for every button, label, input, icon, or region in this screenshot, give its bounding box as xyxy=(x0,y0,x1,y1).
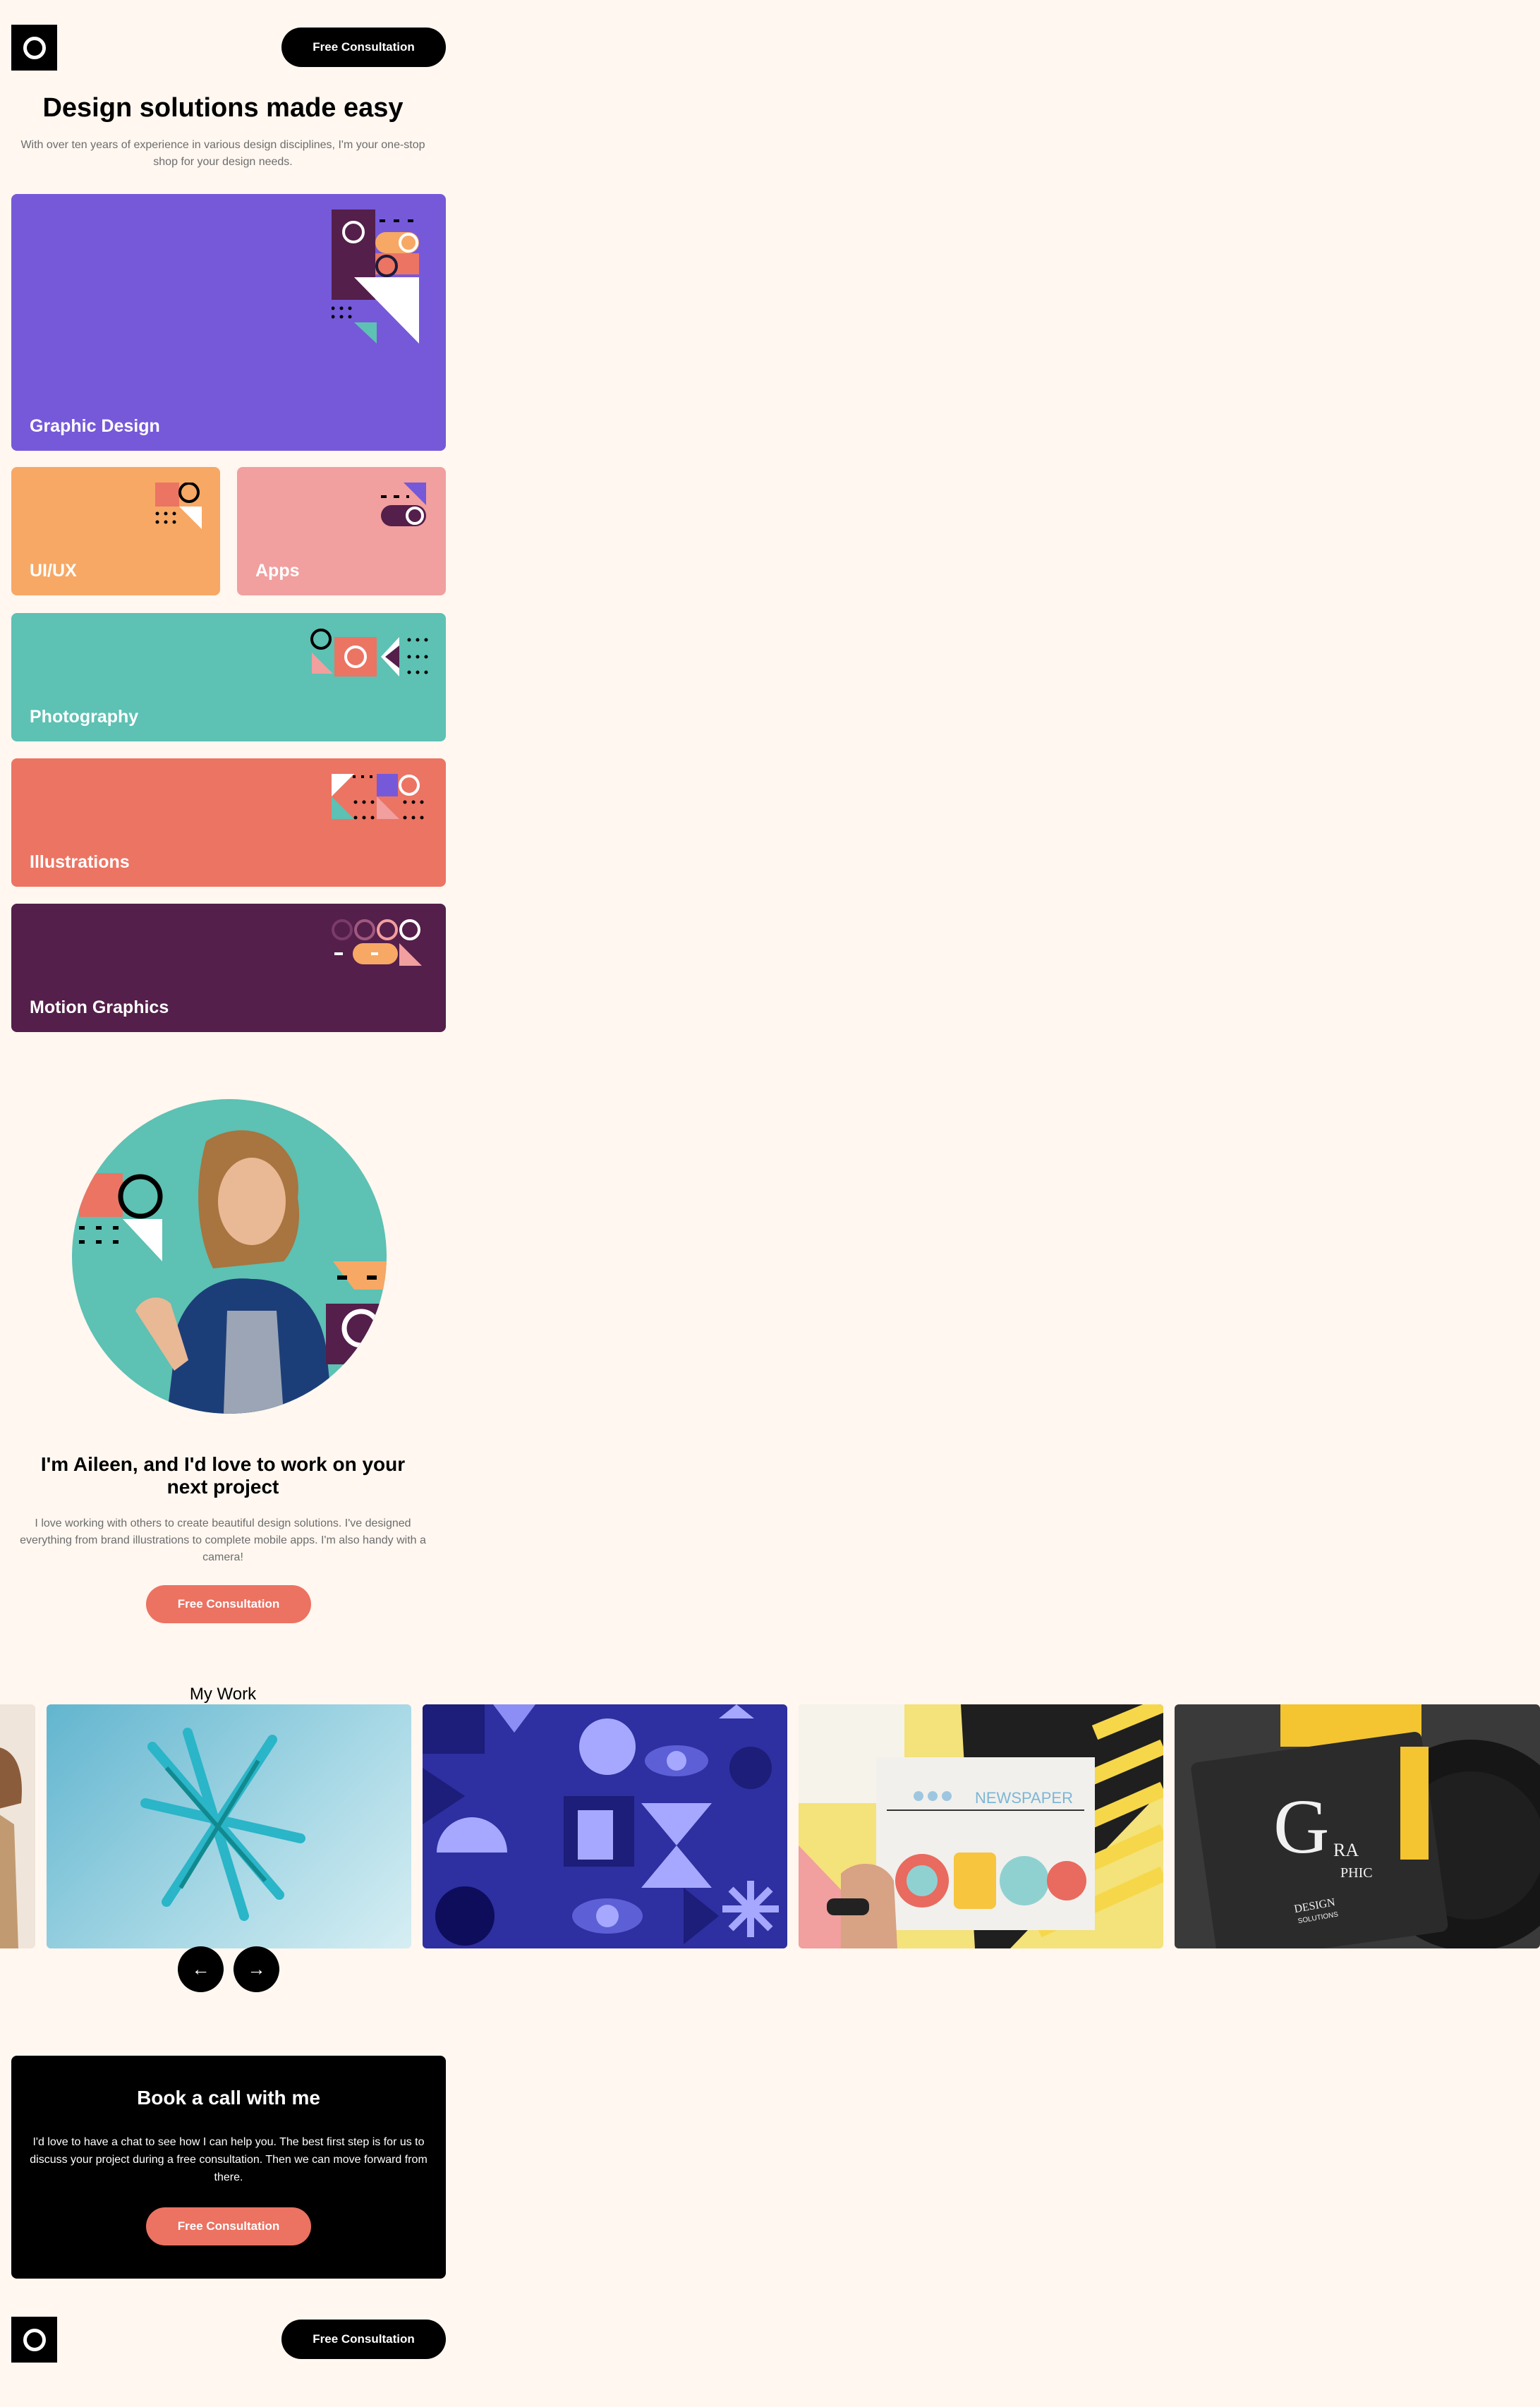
profile-photo xyxy=(72,1099,387,1414)
free-consultation-button-header[interactable]: Free Consultation xyxy=(281,28,446,67)
circle-logo-icon xyxy=(23,2328,46,2351)
service-label: Illustrations xyxy=(30,852,130,872)
booking-card: Book a call with me I'd love to have a c… xyxy=(11,2056,446,2279)
logo[interactable] xyxy=(11,25,57,71)
footer-logo[interactable] xyxy=(11,2317,57,2363)
about-title: I'm Aileen, and I'd love to work on your… xyxy=(40,1453,406,1498)
work-item-coffee[interactable] xyxy=(0,1704,35,1948)
arrow-left-icon: ← xyxy=(191,1958,210,1979)
service-card-graphic-design[interactable]: Graphic Design xyxy=(11,194,446,451)
section-title-my-work: My Work xyxy=(189,1685,257,1704)
arrow-right-icon: → xyxy=(247,1958,266,1979)
svg-text:PHIC: PHIC xyxy=(1340,1865,1373,1881)
ui-ux-shapes-icon xyxy=(155,483,202,529)
work-item-geometric-pattern[interactable] xyxy=(423,1704,787,1948)
hero-subtitle: With over ten years of experience in var… xyxy=(20,139,425,168)
service-label: Motion Graphics xyxy=(30,998,169,1017)
service-card-ui-ux[interactable]: UI/UX xyxy=(11,467,220,595)
free-consultation-button-footer[interactable]: Free Consultation xyxy=(281,2320,446,2359)
service-label: Apps xyxy=(255,561,300,581)
service-label: Graphic Design xyxy=(30,416,160,436)
graphic-design-shapes-icon xyxy=(332,210,419,344)
booking-title: Book a call with me xyxy=(137,2087,320,2109)
service-card-illustrations[interactable]: Illustrations xyxy=(11,758,446,887)
service-card-motion-graphics[interactable]: Motion Graphics xyxy=(11,904,446,1032)
page-title: Design solutions made easy xyxy=(42,93,404,123)
service-card-apps[interactable]: Apps xyxy=(237,467,446,595)
carousel-next-button[interactable]: → xyxy=(234,1946,279,1992)
svg-text:G: G xyxy=(1273,1783,1329,1869)
work-item-newspaper-illustration[interactable]: NEWSPAPER xyxy=(799,1704,1163,1948)
free-consultation-button-about[interactable]: Free Consultation xyxy=(146,1585,311,1623)
about-body: I love working with others to create bea… xyxy=(20,1517,426,1563)
free-consultation-button-booking[interactable]: Free Consultation xyxy=(146,2207,311,2245)
work-item-abstract-sculpture[interactable] xyxy=(47,1704,411,1948)
work-item-graphic-design-book[interactable]: G RA PHIC DESIGN SOLUTIONS xyxy=(1175,1704,1540,1948)
svg-text:RA: RA xyxy=(1333,1840,1359,1860)
apps-shapes-icon xyxy=(381,483,426,526)
svg-text:NEWSPAPER: NEWSPAPER xyxy=(975,1789,1073,1807)
circle-logo-icon xyxy=(23,36,46,59)
service-card-photography[interactable]: Photography xyxy=(11,613,446,741)
carousel-prev-button[interactable]: ← xyxy=(178,1946,224,1992)
illustrations-shapes-icon xyxy=(332,774,424,820)
service-label: Photography xyxy=(30,707,139,727)
booking-body: I'd love to have a chat to see how I can… xyxy=(30,2136,428,2183)
motion-graphics-shapes-icon xyxy=(332,919,422,966)
photography-shapes-icon xyxy=(310,629,428,677)
service-label: UI/UX xyxy=(30,561,77,581)
